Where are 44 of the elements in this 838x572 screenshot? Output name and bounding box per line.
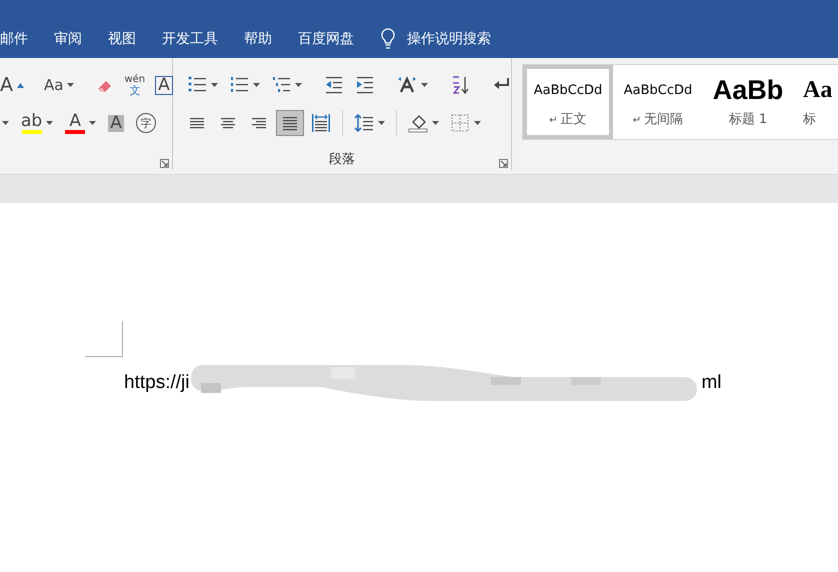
increase-indent-icon [355,75,375,95]
change-case-button[interactable]: Aa [40,72,78,98]
font-color-button[interactable]: A [61,110,100,136]
tell-me-search[interactable]: 操作说明搜索 [407,30,491,48]
ribbon-tab[interactable]: 开发工具 [149,30,231,48]
distribute-icon [311,113,331,133]
caret-icon [46,121,54,125]
ribbon-tab[interactable]: 百度网盘 [285,30,367,48]
phonetic-guide-button[interactable]: wén 文 [120,72,150,98]
lightbulb-icon [381,28,395,50]
caret-icon [67,83,74,87]
font-color-button[interactable]: ab [17,110,58,136]
group-label: 段落 [329,152,355,167]
caret-icon [253,83,260,87]
caret-icon [2,121,9,125]
caret-icon [378,121,385,125]
multilevel-list-icon [271,75,291,95]
decrease-indent-icon [324,75,344,95]
url-text: ml [701,372,722,394]
url-text: https://ji [124,372,190,394]
letter-arrows-icon [397,75,417,95]
up-arrow-icon [17,82,24,88]
numbered-list-icon [229,75,249,95]
ribbon-tab[interactable]: 帮助 [231,30,285,48]
caret-icon [211,83,218,87]
caret-icon [295,83,302,87]
caret-icon [474,121,481,125]
borders-icon [450,113,470,133]
dialog-launcher-icon [499,159,508,168]
caret-icon [432,121,439,125]
sort-icon [450,75,470,95]
caret-icon [421,83,428,87]
paint-bucket-icon [408,113,428,133]
style-item[interactable]: AaBbCcDd ↵ 正文 [523,65,613,139]
text-boundary-mark [85,321,123,357]
character-shading-button[interactable]: A [104,110,128,136]
justify-button[interactable] [276,110,304,136]
grow-font-button[interactable]: A [0,72,28,98]
ribbon-tab[interactable]: 视图 [95,30,149,48]
caret-icon [89,121,96,125]
ribbon-tab[interactable]: 邮件 [0,30,41,48]
ribbon-tab[interactable]: 审阅 [41,30,95,48]
dialog-launcher-icon [160,159,169,168]
line-spacing-icon [354,113,374,133]
